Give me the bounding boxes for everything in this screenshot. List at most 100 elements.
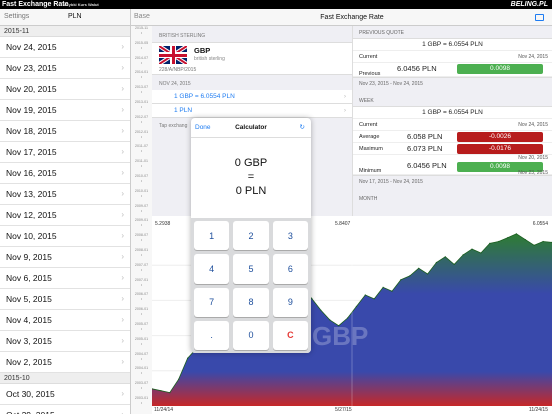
- rate-button-label: 1 GBP = 6.0554 PLN: [174, 93, 235, 100]
- index-entry[interactable]: 2008-01 •: [131, 248, 152, 263]
- chart-watermark-name: british sterling: [322, 254, 366, 261]
- folder-icon[interactable]: [535, 14, 544, 21]
- index-entry[interactable]: 2012-07 •: [131, 115, 152, 130]
- index-entry[interactable]: 2011-07 •: [131, 144, 152, 159]
- digit-key-7[interactable]: 7: [194, 287, 230, 317]
- index-entry[interactable]: 2010-01 •: [131, 189, 152, 204]
- index-entry[interactable]: 2003-01 •: [131, 396, 152, 411]
- index-label: 2012-01: [134, 129, 149, 134]
- date-row[interactable]: Nov 18, 2015 ›: [0, 121, 130, 142]
- chevron-right-icon: ›: [121, 126, 124, 135]
- app-subtitle: Szybki Kurs Walut: [64, 2, 99, 7]
- index-entry[interactable]: 2015-05 •: [131, 41, 152, 56]
- index-entry[interactable]: 2006-01 •: [131, 307, 152, 322]
- index-entry[interactable]: 2010-07 •: [131, 174, 152, 189]
- date-row[interactable]: Nov 3, 2015 ›: [0, 331, 130, 352]
- row-value: 6.058 PLN: [407, 132, 443, 141]
- digit-key-9[interactable]: 9: [272, 287, 308, 317]
- rate-button-gbp[interactable]: 1 GBP = 6.0554 PLN ›: [152, 90, 352, 104]
- index-entry[interactable]: 2011-01 •: [131, 159, 152, 174]
- done-button[interactable]: Done: [195, 118, 211, 138]
- index-label: 2004-01: [134, 366, 149, 371]
- base-index-strip[interactable]: Base 2015-11 • 2015-05 • 2014-07 • 2014-01 • 201…: [130, 9, 152, 414]
- index-dot-icon: •: [140, 208, 143, 213]
- rate-point: [542, 240, 544, 243]
- x-label-start: 11/24/14: [154, 407, 174, 413]
- digit-key-3[interactable]: 3: [272, 221, 308, 251]
- index-entry[interactable]: 2007-01 •: [131, 278, 152, 293]
- week-box: 1 GBP = 6.0554 PLN Current Nov 24, 2015 …: [353, 106, 552, 176]
- date-index[interactable]: 2015-11 • 2015-05 • 2014-07 • 2014-01 • 2013-07 •…: [131, 26, 152, 411]
- date-row[interactable]: Nov 5, 2015 ›: [0, 289, 130, 310]
- index-entry[interactable]: 2004-01 •: [131, 366, 152, 381]
- previous-range: Nov 23, 2015 - Nov 24, 2015: [359, 81, 423, 87]
- index-entry[interactable]: 2014-01 •: [131, 70, 152, 85]
- digit-key-6[interactable]: 6: [272, 254, 308, 284]
- index-entry[interactable]: 2003-07 •: [131, 381, 152, 396]
- digit-key-1[interactable]: 1: [194, 221, 230, 251]
- digit-key-0[interactable]: 0: [233, 320, 269, 350]
- index-entry[interactable]: 2005-07 •: [131, 322, 152, 337]
- index-entry[interactable]: 2012-01 •: [131, 130, 152, 145]
- rate-button-pln[interactable]: 1 PLN ›: [152, 104, 352, 118]
- chevron-right-icon: ›: [121, 231, 124, 240]
- date-row[interactable]: Nov 19, 2015 ›: [0, 100, 130, 121]
- week-label: WEEK: [359, 98, 374, 104]
- status-bar: Fast Exchange Rate Szybki Kurs Walut BEL…: [0, 0, 552, 9]
- index-entry[interactable]: 2013-01 •: [131, 100, 152, 115]
- index-entry[interactable]: 2005-01 •: [131, 337, 152, 352]
- date-label: Nov 13, 2015: [6, 189, 57, 199]
- chevron-right-icon: ›: [121, 357, 124, 366]
- refresh-icon[interactable]: ↻: [300, 118, 305, 138]
- digit-key-8[interactable]: 8: [233, 287, 269, 317]
- date-row[interactable]: Nov 9, 2015 ›: [0, 247, 130, 268]
- row-value: 6.073 PLN: [407, 144, 443, 153]
- index-dot-icon: •: [140, 149, 143, 154]
- index-entry[interactable]: 2007-07 •: [131, 263, 152, 278]
- index-label: 2003-07: [134, 381, 149, 386]
- index-label: 2005-07: [134, 321, 149, 326]
- date-row[interactable]: Nov 10, 2015 ›: [0, 226, 130, 247]
- chevron-right-icon: ›: [121, 105, 124, 114]
- date-row[interactable]: Oct 29, 2015 ›: [0, 405, 130, 414]
- chevron-right-icon: ›: [343, 107, 346, 114]
- base-button[interactable]: Base: [131, 9, 152, 26]
- digit-key-2[interactable]: 2: [233, 221, 269, 251]
- clear-key[interactable]: C: [272, 320, 308, 350]
- index-dot-icon: •: [140, 282, 143, 287]
- date-row[interactable]: Nov 24, 2015 ›: [0, 37, 130, 58]
- index-entry[interactable]: 2006-07 •: [131, 292, 152, 307]
- date-row[interactable]: Oct 30, 2015 ›: [0, 384, 130, 405]
- index-entry[interactable]: 2004-07 •: [131, 352, 152, 367]
- index-entry[interactable]: 2013-07 •: [131, 85, 152, 100]
- date-row[interactable]: Nov 17, 2015 ›: [0, 142, 130, 163]
- date-row[interactable]: Nov 20, 2015 ›: [0, 79, 130, 100]
- index-label: 2006-07: [134, 292, 149, 297]
- index-label: 2003-01: [134, 395, 149, 400]
- date-row[interactable]: Nov 23, 2015 ›: [0, 58, 130, 79]
- date-row[interactable]: Nov 12, 2015 ›: [0, 205, 130, 226]
- date-row[interactable]: Nov 4, 2015 ›: [0, 310, 130, 331]
- index-entry[interactable]: 2014-07 •: [131, 56, 152, 71]
- index-label: 2011-07: [135, 144, 148, 149]
- digit-key-5[interactable]: 5: [233, 254, 269, 284]
- date-row[interactable]: Nov 6, 2015 ›: [0, 268, 130, 289]
- currency-card[interactable]: GBP british sterling 228/A/NBP/2015: [152, 42, 352, 75]
- date-row[interactable]: Nov 2, 2015 ›: [0, 352, 130, 373]
- date-label: Nov 2, 2015: [6, 357, 52, 367]
- chevron-right-icon: ›: [121, 210, 124, 219]
- date-row[interactable]: Nov 16, 2015 ›: [0, 163, 130, 184]
- decimal-key[interactable]: .: [194, 320, 230, 350]
- row-date: Nov 24, 2015: [518, 122, 548, 128]
- digit-key-4[interactable]: 4: [194, 254, 230, 284]
- date-row[interactable]: Nov 13, 2015 ›: [0, 184, 130, 205]
- index-entry[interactable]: 2015-11 •: [131, 26, 152, 41]
- index-label: 2008-07: [134, 233, 149, 238]
- settings-button[interactable]: Settings: [4, 13, 29, 20]
- index-entry[interactable]: 2009-01 •: [131, 218, 152, 233]
- row-label: Current: [359, 54, 378, 60]
- index-dot-icon: •: [140, 326, 143, 331]
- index-entry[interactable]: 2009-07 •: [131, 204, 152, 219]
- index-entry[interactable]: 2008-07 •: [131, 233, 152, 248]
- currency-label: BRITISH STERLING: [159, 33, 206, 39]
